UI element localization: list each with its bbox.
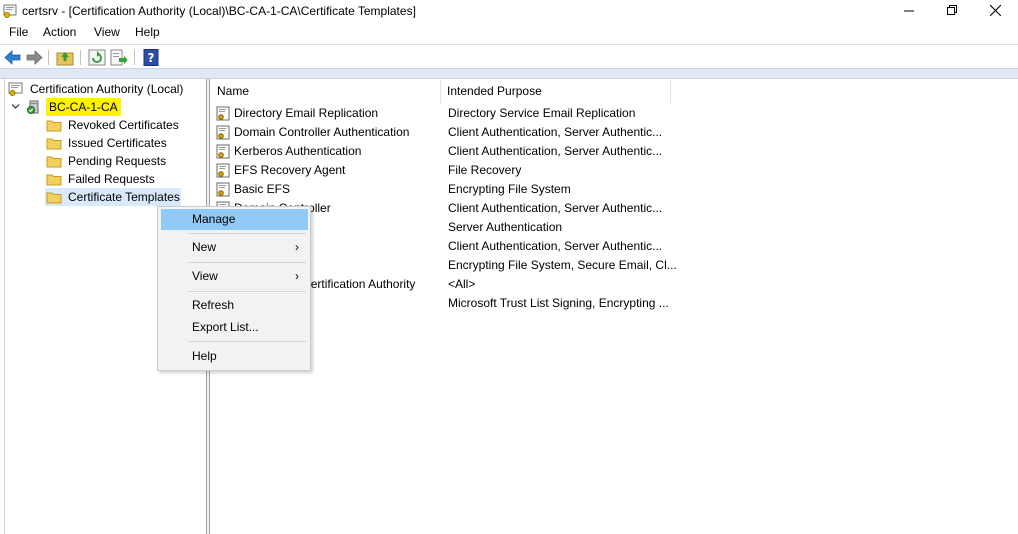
close-button[interactable] [972,0,1018,22]
restore-icon [947,5,957,15]
export-list-icon[interactable] [110,49,128,66]
tree-item-label: Failed Requests [68,172,155,186]
refresh-icon[interactable] [88,49,106,66]
ca-server-check-icon [27,100,39,114]
toolbar: ? [0,44,1018,68]
submenu-arrow-icon: › [295,240,299,254]
template-name: Directory Email Replication [234,106,379,120]
context-menu-manage[interactable]: Manage [161,209,308,230]
list-item[interactable]: Domain ControllerClient Authentication, … [211,199,911,218]
template-intended-purpose: Server Authentication [448,220,563,234]
template-intended-purpose: Client Authentication, Server Authentic.… [448,239,663,253]
context-menu-label: New [192,240,217,254]
minimize-icon [904,10,914,12]
certificate-template-icon [216,125,230,140]
tree-root-label: Certification Authority (Local) [30,82,184,96]
list-item[interactable]: EFS Recovery Agent File Recovery [211,161,911,180]
template-intended-purpose: File Recovery [448,163,522,177]
template-name: EFS Recovery Agent [234,163,346,177]
certificate-template-icon [216,182,230,197]
list-item[interactable]: Server Authentication [211,218,911,237]
template-intended-purpose: Encrypting File System, Secure Email, Cl… [448,258,677,272]
window-title: certsrv - [Certification Authority (Loca… [22,4,416,18]
context-menu: Manage New › View › Refresh Export List.… [157,206,311,371]
context-menu-export-list[interactable]: Export List... [161,317,308,338]
context-menu-label: Help [192,349,217,363]
pane-header-band [0,68,1018,79]
context-menu-label: Export List... [192,320,259,334]
folder-icon [46,156,62,168]
title-bar: certsrv - [Certification Authority (Loca… [0,0,1018,22]
context-menu-refresh[interactable]: Refresh [161,295,308,316]
result-list: Name Intended Purpose Directory Email Re… [211,79,1018,534]
template-intended-purpose: Encrypting File System [448,182,571,196]
tree-ca-label: BC-CA-1-CA [46,98,121,116]
up-folder-icon[interactable] [56,49,74,66]
certificate-template-icon [216,144,230,159]
template-name: Kerberos Authentication [234,144,362,158]
menu-separator [188,291,306,292]
list-item[interactable]: Subordinate Certification Authority <All> [211,275,911,294]
template-intended-purpose: Client Authentication, Server Authentic.… [448,125,663,139]
help-icon[interactable]: ? [142,49,160,66]
tree-item-label: Certificate Templates [68,190,180,204]
template-name: Basic EFS [234,182,291,196]
context-menu-help[interactable]: Help [161,346,308,367]
list-item[interactable]: Kerberos Authentication Client Authentica… [211,142,911,161]
column-header-name[interactable]: Name [211,79,441,103]
menu-bar: File Action View Help [0,22,1018,43]
template-intended-purpose: Microsoft Trust List Signing, Encrypting… [448,296,669,310]
template-intended-purpose: <All> [448,277,476,291]
restore-button[interactable] [929,0,975,22]
forward-arrow-icon[interactable] [25,49,43,66]
chevron-down-icon[interactable] [11,102,20,111]
close-icon [989,4,1001,17]
list-item[interactable]: Microsoft Trust List Signing, Encrypting… [211,294,911,313]
tree-item-certificate-templates[interactable]: Certificate Templates [45,188,181,206]
context-menu-label: Refresh [192,298,235,312]
menu-separator [188,233,306,234]
menu-separator [188,341,306,342]
tree-item-label: Issued Certificates [68,136,167,150]
list-item[interactable]: Client Authentication, Server Authentic.… [211,237,911,256]
toolbar-separator [80,50,81,65]
menu-file[interactable]: File [9,25,28,39]
context-menu-label: View [192,269,218,283]
template-intended-purpose: Client Authentication, Server Authentic.… [448,144,663,158]
toolbar-separator [48,50,49,65]
column-header-intended-purpose[interactable]: Intended Purpose [441,79,671,103]
list-item[interactable]: Encrypting File System, Secure Email, Cl… [211,256,911,275]
certsrv-app-icon [3,4,17,18]
list-item[interactable]: Directory Email Replication Directory Ser… [211,104,911,123]
minimize-button[interactable] [886,0,932,22]
menu-action[interactable]: Action [43,25,76,39]
menu-help[interactable]: Help [135,25,160,39]
folder-icon [46,174,62,186]
back-arrow-icon[interactable] [4,49,22,66]
certificate-template-icon [216,163,230,178]
certificate-template-icon [216,106,230,121]
folder-icon [46,138,62,150]
toolbar-separator [134,50,135,65]
folder-icon [46,192,62,204]
list-item[interactable]: Domain Controller Authentication Client A… [211,123,911,142]
menu-separator [188,262,306,263]
context-menu-new[interactable]: New › [161,237,308,258]
folder-icon [46,120,62,132]
context-menu-label: Manage [192,212,236,226]
menu-view[interactable]: View [94,25,120,39]
template-intended-purpose: Directory Service Email Replication [448,106,636,120]
template-intended-purpose: Client Authentication, Server Authentic.… [448,201,663,215]
svg-text:?: ? [148,51,155,65]
list-item[interactable]: Basic EFS Encrypting File System [211,180,911,199]
tree-item-label: Revoked Certificates [68,118,179,132]
context-menu-view[interactable]: View › [161,266,308,287]
tree-item-label: Pending Requests [68,154,167,168]
certification-authority-icon [8,82,23,96]
submenu-arrow-icon: › [295,269,299,283]
template-name: Domain Controller Authentication [234,125,410,139]
